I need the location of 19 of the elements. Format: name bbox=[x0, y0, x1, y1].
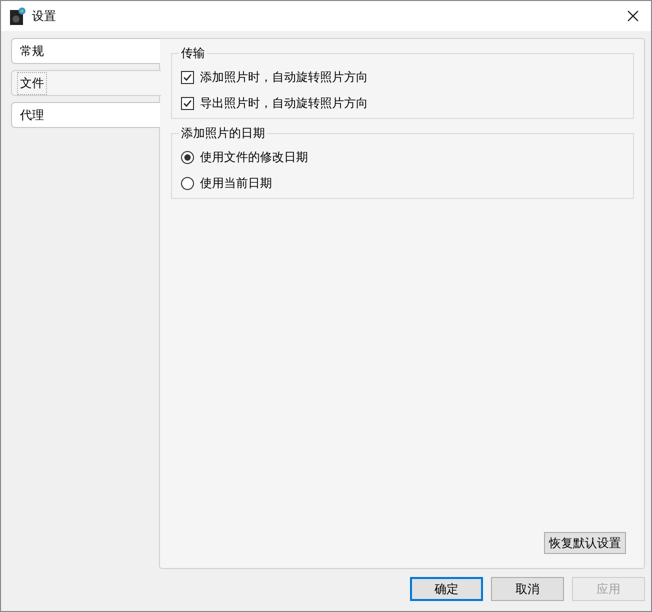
option-label: 使用文件的修改日期 bbox=[200, 148, 308, 166]
dialog-button[interactable]: 取消 bbox=[491, 577, 564, 601]
radio-button[interactable] bbox=[181, 176, 194, 190]
group-title: 添加照片的日期 bbox=[179, 126, 267, 141]
option-label: 添加照片时，自动旋转照片方向 bbox=[200, 68, 368, 86]
group-title: 传输 bbox=[179, 46, 207, 61]
checkbox[interactable] bbox=[181, 96, 194, 110]
sidebar-tab[interactable]: 常规 bbox=[11, 38, 160, 64]
sidebar-tab[interactable]: 代理 bbox=[11, 102, 160, 128]
window-title: 设置 bbox=[32, 8, 57, 24]
app-icon bbox=[10, 7, 26, 25]
close-icon[interactable] bbox=[627, 10, 639, 22]
restore-defaults-button[interactable]: 恢复默认设置 bbox=[544, 532, 626, 554]
dialog-button[interactable]: 确定 bbox=[410, 577, 483, 601]
radio-button[interactable] bbox=[181, 150, 194, 164]
option-label: 导出照片时，自动旋转照片方向 bbox=[200, 94, 368, 112]
checkbox[interactable] bbox=[181, 70, 194, 84]
option-label: 使用当前日期 bbox=[200, 174, 272, 192]
sidebar-tab[interactable]: 文件 bbox=[11, 70, 161, 96]
